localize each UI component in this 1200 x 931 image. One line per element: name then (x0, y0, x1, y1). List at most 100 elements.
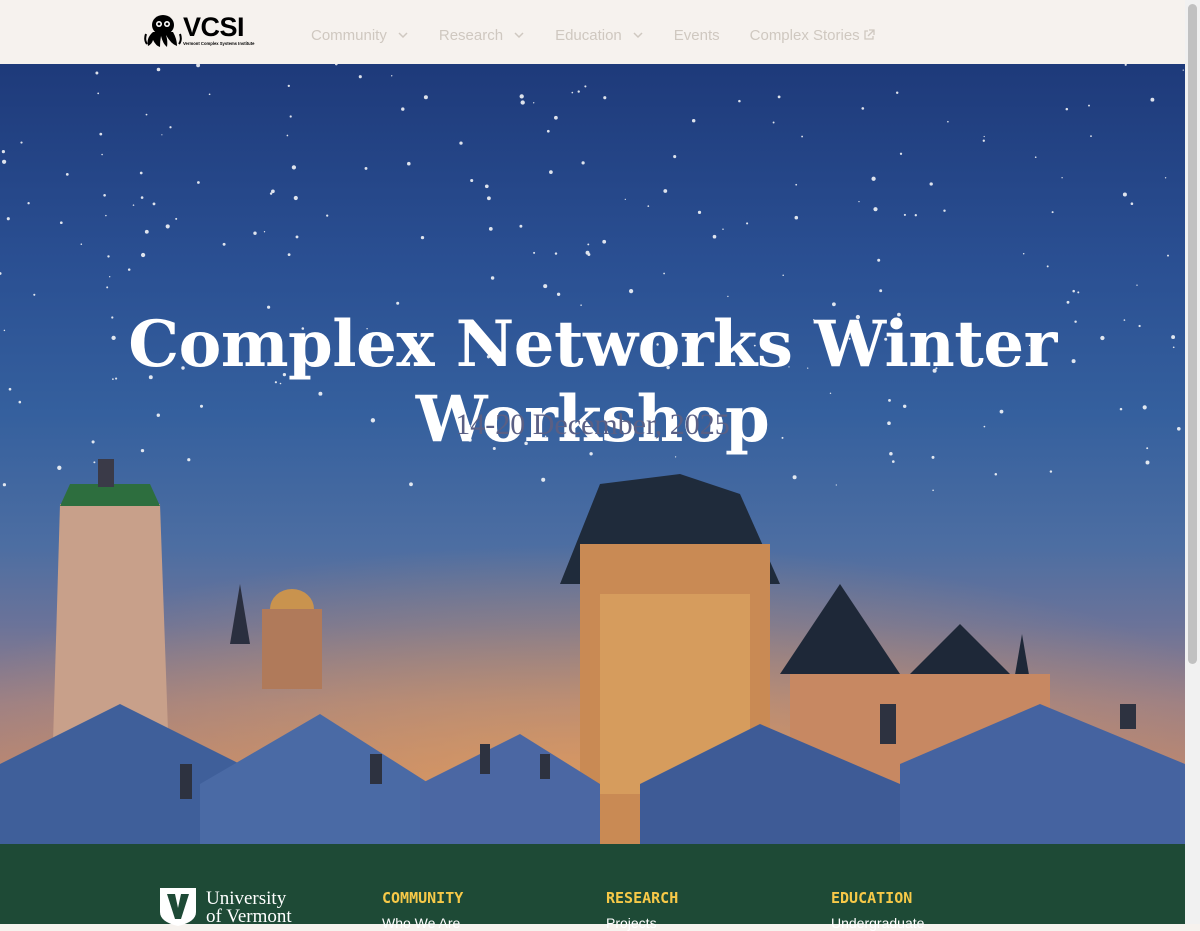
snow-star (1051, 211, 1054, 214)
top-navigation-bar: VCSI Vermont Complex Systems Institute C… (0, 0, 1185, 64)
nav-complex-stories[interactable]: Complex Stories (750, 27, 875, 44)
snow-star (253, 231, 257, 235)
snow-star (983, 135, 985, 138)
footer-heading-education: EDUCATION (831, 889, 913, 907)
octopus-logo-icon (144, 15, 182, 47)
snow-star (263, 231, 266, 233)
snow-star (624, 198, 626, 201)
external-link-icon (864, 29, 875, 40)
snow-star (20, 141, 23, 144)
snow-star (1022, 252, 1025, 255)
snow-star (358, 75, 362, 79)
uvm-shield-icon (160, 888, 196, 926)
snow-star (196, 64, 201, 68)
snow-star (746, 222, 749, 225)
snow-star (97, 92, 100, 95)
snow-star (519, 94, 524, 99)
snow-star (1061, 177, 1063, 179)
vcsi-logo[interactable]: VCSI Vermont Complex Systems Institute (144, 14, 256, 50)
nav-education[interactable]: Education (555, 27, 644, 44)
snow-star (169, 126, 172, 129)
snow-star (1046, 265, 1049, 268)
snow-star (879, 289, 883, 293)
snow-star (1066, 300, 1070, 304)
snow-star (152, 202, 156, 206)
snow-star (554, 252, 558, 255)
snow-star (156, 67, 161, 72)
footer-link[interactable]: Projects (606, 915, 678, 931)
snow-star (543, 284, 548, 289)
snow-star (287, 84, 290, 88)
snow-star (488, 227, 493, 231)
uvm-logo[interactable]: University of Vermont (158, 886, 292, 926)
snow-star (663, 272, 665, 275)
snow-star (877, 258, 881, 262)
snow-star (65, 173, 69, 176)
snow-star (401, 107, 405, 111)
snow-star (161, 134, 163, 136)
snow-star (738, 99, 741, 103)
snow-star (549, 170, 553, 174)
snow-star (801, 135, 804, 138)
snow-star (109, 276, 111, 278)
footer-heading-community: COMMUNITY (382, 889, 464, 907)
snow-star (222, 242, 226, 246)
snow-star (140, 252, 146, 258)
snow-star (832, 302, 836, 307)
snow-star (326, 214, 329, 217)
snow-star (602, 239, 607, 244)
page-scrollbar[interactable] (1185, 0, 1200, 924)
snow-star (293, 195, 298, 201)
snow-star (580, 304, 582, 306)
snow-star (105, 214, 107, 217)
uvm-wordmark: University of Vermont (206, 889, 292, 927)
snow-star (364, 166, 368, 170)
nav-research-label: Research (438, 26, 504, 44)
snow-star (587, 253, 591, 256)
snow-star (144, 229, 149, 234)
snow-star (556, 292, 561, 296)
snow-star (871, 176, 876, 181)
snow-star (722, 228, 724, 230)
snow-star (943, 209, 946, 212)
snow-star (861, 107, 865, 110)
snow-star (1136, 284, 1138, 286)
snow-star (1182, 69, 1184, 71)
snow-star (858, 200, 860, 203)
snow-star (628, 288, 634, 294)
snow-star (165, 224, 170, 229)
snow-star (873, 207, 878, 212)
snow-star (782, 274, 784, 277)
logo-tagline: Vermont Complex Systems Institute (183, 41, 255, 46)
snow-star (1124, 64, 1127, 66)
uvm-line2: of Vermont (206, 906, 292, 927)
logo-wordmark: VCSI Vermont Complex Systems Institute (183, 12, 255, 47)
nav-complex-stories-label: Complex Stories (749, 26, 860, 44)
snow-star (795, 183, 798, 186)
snow-star (1167, 254, 1169, 257)
nav-community-label: Community (311, 26, 387, 44)
snow-star (1088, 104, 1090, 107)
snow-star (1150, 97, 1155, 102)
logo-text: VCSI (183, 12, 245, 42)
footer-link[interactable]: Who We Are (382, 915, 463, 931)
snow-star (27, 202, 30, 205)
nav-community[interactable]: Community (311, 27, 409, 44)
site-footer: University of Vermont COMMUNITY Who We A… (0, 844, 1185, 931)
snow-star (420, 235, 425, 240)
snow-star (1034, 156, 1037, 159)
snow-star (727, 295, 729, 298)
main-nav: Community Research Education Events Comp… (311, 24, 905, 46)
snow-star (396, 301, 400, 305)
snow-star (691, 118, 696, 123)
snow-star (571, 91, 574, 94)
footer-heading-research: RESEARCH (606, 889, 679, 907)
scrollbar-thumb[interactable] (1188, 4, 1197, 664)
snow-star (490, 276, 495, 280)
snow-star (1072, 289, 1075, 293)
snow-star (587, 243, 590, 246)
nav-research[interactable]: Research (439, 27, 525, 44)
snow-star (1090, 135, 1092, 137)
nav-events[interactable]: Events (674, 27, 720, 44)
footer-link[interactable]: Undergraduate (831, 915, 924, 931)
